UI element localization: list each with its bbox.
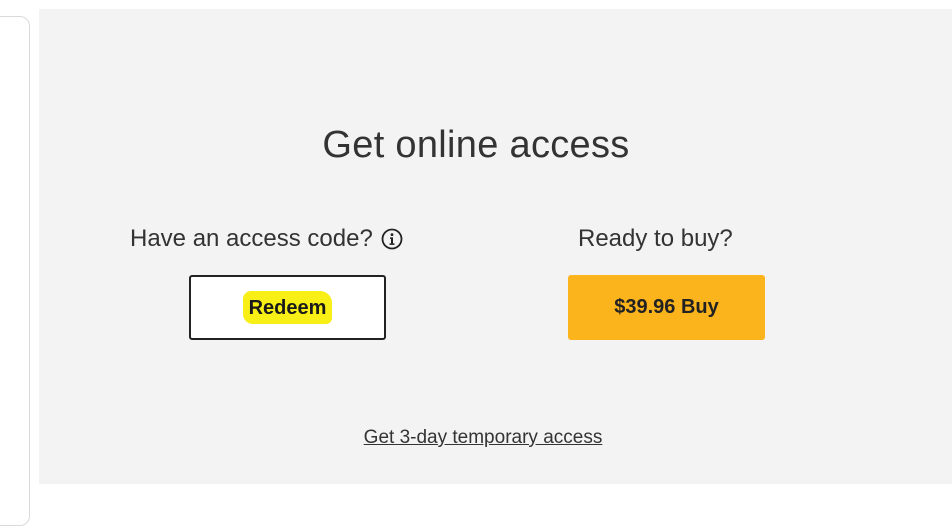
redeem-button[interactable]: Redeem [189,275,386,340]
info-icon[interactable] [381,228,403,250]
temporary-access-link[interactable]: Get 3-day temporary access [0,427,952,449]
redeem-button-label: Redeem [242,291,333,324]
page-title: Get online access [322,124,630,166]
buy-prompt: Ready to buy? [578,225,733,252]
left-card-edge [0,16,30,526]
buy-button[interactable]: $39.96 Buy [568,275,765,340]
redeem-prompt: Have an access code? [130,225,403,253]
redeem-prompt-label: Have an access code? [130,225,373,252]
